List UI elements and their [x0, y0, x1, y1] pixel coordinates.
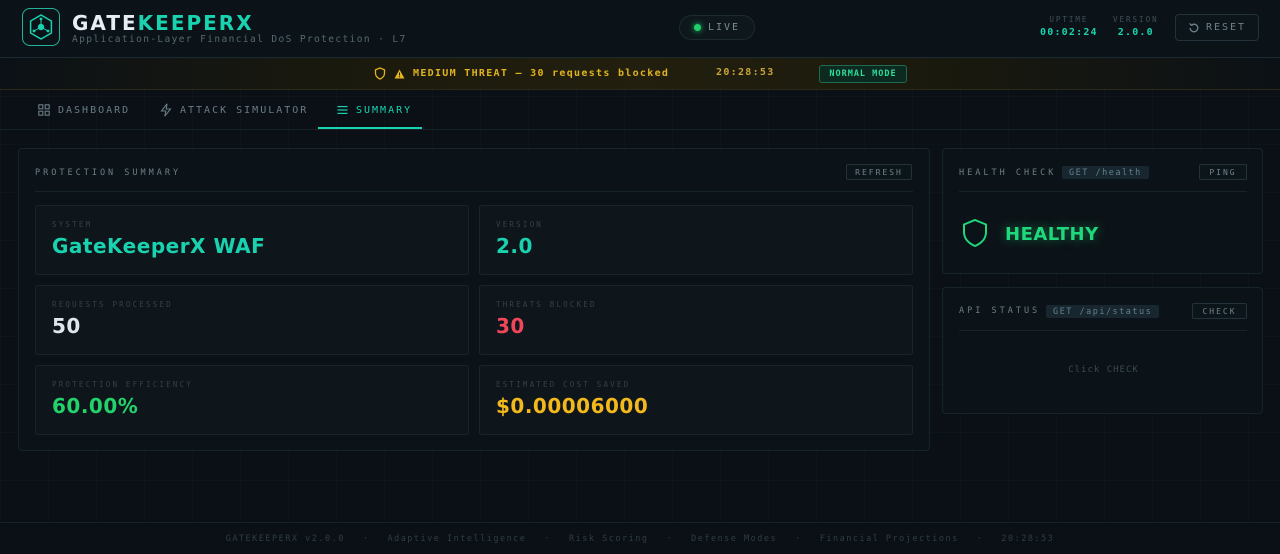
summary-card-threats-blocked: THREATS BLOCKED 30: [479, 285, 913, 355]
footer-time: 20:28:53: [1001, 533, 1055, 544]
tab-attack-simulator-label: ATTACK SIMULATOR: [180, 104, 309, 116]
bolt-icon: [160, 103, 172, 117]
card-label: REQUESTS PROCESSED: [52, 300, 173, 309]
card-label: PROTECTION EFFICIENCY: [52, 380, 194, 389]
reset-icon: [1189, 22, 1199, 32]
card-label: THREATS BLOCKED: [496, 300, 597, 309]
brand-name: GATEKEEPERX: [72, 11, 254, 35]
reset-button[interactable]: RESET: [1175, 14, 1259, 41]
refresh-button[interactable]: REFRESH: [846, 164, 912, 180]
uptime-label: UPTIME: [1049, 15, 1089, 24]
card-label: ESTIMATED COST SAVED: [496, 380, 631, 389]
card-label: SYSTEM: [52, 220, 93, 229]
card-label: VERSION: [496, 220, 544, 229]
check-button[interactable]: CHECK: [1192, 303, 1247, 319]
brand-prefix: GATE: [72, 11, 138, 35]
health-check-title: HEALTH CHECK: [959, 168, 1057, 178]
panel-divider: [959, 191, 1247, 192]
tagline: Application-Layer Financial DoS Protecti…: [72, 34, 407, 45]
shield-check-icon: [963, 218, 987, 248]
uptime-value: 00:02:24: [1040, 27, 1098, 38]
health-check-panel: HEALTH CHECK GET /health PING: [942, 148, 1263, 274]
protection-summary-title: PROTECTION SUMMARY: [35, 168, 182, 178]
panel-divider: [35, 191, 913, 192]
protection-summary-panel: PROTECTION SUMMARY REFRESH SYSTEM GateKe…: [18, 148, 930, 451]
summary-card-requests-processed: REQUESTS PROCESSED 50: [35, 285, 469, 355]
footer-item: Adaptive Intelligence: [387, 533, 527, 544]
grid-icon: [38, 104, 50, 116]
hexagon-network-icon: [29, 14, 53, 40]
live-label: LIVE: [707, 22, 741, 33]
api-status-panel: API STATUS GET /api/status CHECK Click C…: [942, 287, 1263, 414]
uptime-stat: UPTIME 00:02:24: [1040, 15, 1098, 38]
reset-label: RESET: [1205, 22, 1247, 33]
summary-card-system: SYSTEM GateKeeperX WAF: [35, 205, 469, 275]
ping-button[interactable]: PING: [1199, 164, 1247, 180]
tab-bar: DASHBOARD ATTACK SIMULATOR SUMMARY: [0, 90, 1280, 130]
api-status-title: API STATUS: [959, 306, 1041, 316]
version-stat: VERSION 2.0.0: [1113, 15, 1159, 38]
tab-dashboard[interactable]: DASHBOARD: [38, 90, 130, 130]
health-status-text: HEALTHY: [1005, 224, 1099, 245]
list-icon: [337, 106, 348, 114]
shield-icon: [374, 67, 386, 80]
summary-card-version: VERSION 2.0: [479, 205, 913, 275]
app-header: GATEKEEPERX Application-Layer Financial …: [0, 0, 1280, 58]
footer-separator: ·: [362, 533, 370, 544]
footer-item: Financial Projections: [819, 533, 959, 544]
threat-alert-text: MEDIUM THREAT — 30 requests blocked: [413, 68, 670, 79]
tab-summary-label: SUMMARY: [356, 104, 413, 116]
footer-item: Defense Modes: [691, 533, 778, 544]
card-value: 30: [496, 314, 525, 338]
card-value: 2.0: [496, 234, 533, 258]
defense-mode-badge: NORMAL MODE: [819, 65, 907, 83]
tab-summary[interactable]: SUMMARY: [337, 90, 412, 130]
live-indicator: LIVE: [679, 15, 755, 40]
card-value: $0.00006000: [496, 394, 649, 418]
card-value: 50: [52, 314, 81, 338]
api-status-placeholder: Click CHECK: [1068, 365, 1139, 375]
tab-attack-simulator[interactable]: ATTACK SIMULATOR: [160, 90, 308, 130]
summary-card-protection-efficiency: PROTECTION EFFICIENCY 60.00%: [35, 365, 469, 435]
footer: GATEKEEPERX v2.0.0 · Adaptive Intelligen…: [0, 522, 1280, 554]
live-dot-icon: [693, 24, 701, 31]
footer-item: Risk Scoring: [569, 533, 649, 544]
version-value: 2.0.0: [1117, 27, 1154, 38]
tab-dashboard-label: DASHBOARD: [58, 104, 131, 116]
panel-divider: [959, 330, 1247, 331]
summary-card-estimated-cost-saved: ESTIMATED COST SAVED $0.00006000: [479, 365, 913, 435]
threat-alert-bar: MEDIUM THREAT — 30 requests blocked 20:2…: [0, 58, 1280, 90]
logo: [22, 8, 60, 46]
footer-version: GATEKEEPERX v2.0.0: [225, 533, 345, 544]
card-value: 60.00%: [52, 394, 139, 418]
footer-separator: ·: [795, 533, 802, 544]
health-endpoint-badge: GET /health: [1062, 166, 1149, 179]
api-status-endpoint-badge: GET /api/status: [1046, 305, 1160, 318]
alert-time: 20:28:53: [716, 67, 775, 78]
footer-separator: ·: [976, 533, 984, 544]
active-tab-indicator: [318, 127, 422, 129]
warning-icon: [394, 69, 405, 78]
footer-separator: ·: [666, 533, 674, 544]
version-label: VERSION: [1113, 15, 1159, 24]
footer-separator: ·: [544, 533, 552, 544]
card-value: GateKeeperX WAF: [52, 234, 266, 258]
threat-alert: MEDIUM THREAT — 30 requests blocked: [374, 67, 669, 80]
brand-suffix: KEEPERX: [137, 11, 254, 35]
